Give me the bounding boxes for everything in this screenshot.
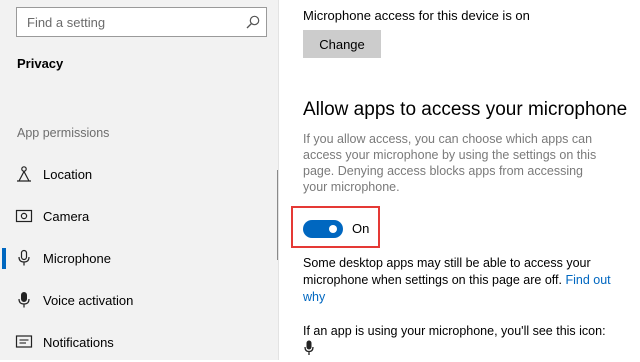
voice-activation-icon: [18, 292, 30, 308]
microphone-in-use-icon: [304, 340, 314, 355]
camera-icon: [15, 209, 33, 223]
sidebar-item-location[interactable]: Location: [0, 154, 278, 194]
sidebar-item-label: Notifications: [43, 334, 114, 350]
icon-note: If an app is using your microphone, you'…: [303, 324, 606, 338]
group-title: App permissions: [17, 126, 110, 140]
desktop-apps-note: Some desktop apps may still be able to a…: [303, 255, 619, 306]
toggle-state-label: On: [352, 221, 370, 236]
toggle-knob: [329, 225, 337, 233]
sidebar-item-label: Voice activation: [43, 292, 134, 308]
sidebar-item-notifications[interactable]: Notifications: [0, 322, 278, 362]
allow-apps-toggle[interactable]: [303, 220, 343, 238]
settings-sidebar: Privacy App permissions Location Camera …: [0, 0, 278, 360]
section-description: If you allow access, you can choose whic…: [303, 132, 597, 194]
search-input[interactable]: [17, 8, 247, 36]
sidebar-item-microphone[interactable]: Microphone: [0, 238, 278, 278]
sidebar-item-label: Camera: [43, 208, 90, 224]
sidebar-item-camera[interactable]: Camera: [0, 196, 278, 236]
sidebar-item-label: Microphone: [43, 250, 111, 266]
change-button[interactable]: Change: [303, 30, 381, 58]
search-icon[interactable]: [246, 15, 260, 29]
sidebar-item-label: Location: [43, 166, 93, 182]
desktop-apps-note-text: Some desktop apps may still be able to a…: [303, 256, 591, 287]
section-heading: Allow apps to access your microphone: [303, 99, 628, 120]
sidebar-item-voice-activation[interactable]: Voice activation: [0, 280, 278, 320]
notifications-icon: [15, 335, 33, 348]
microphone-access-status: Microphone access for this device is on: [303, 8, 530, 23]
search-box[interactable]: [16, 7, 267, 37]
microphone-icon: [18, 249, 30, 266]
location-icon: [17, 166, 31, 182]
section-title: Privacy: [17, 56, 64, 71]
pane-divider: [278, 0, 279, 360]
selected-indicator: [2, 248, 6, 269]
